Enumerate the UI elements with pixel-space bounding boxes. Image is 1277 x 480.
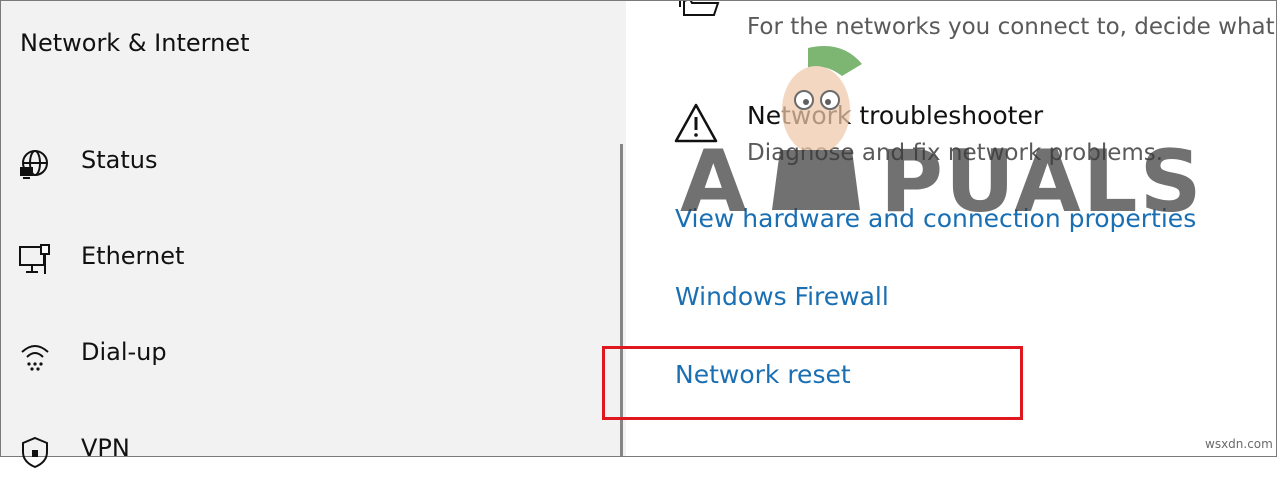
sharing-description: For the networks you connect to, decide …	[747, 14, 1275, 40]
sidebar-item-ethernet[interactable]: Ethernet	[1, 228, 601, 288]
view-hardware-link[interactable]: View hardware and connection properties	[675, 204, 1196, 233]
source-credit: wsxdn.com	[1205, 437, 1273, 451]
sidebar-item-label: Status	[81, 146, 158, 174]
sidebar-item-label: Dial-up	[81, 338, 167, 366]
warning-icon	[674, 103, 718, 143]
windows-firewall-link[interactable]: Windows Firewall	[675, 282, 889, 311]
vpn-shield-icon	[22, 436, 48, 469]
troubleshooter-description: Diagnose and fix network problems.	[747, 140, 1164, 166]
sidebar-item-label: VPN	[81, 434, 130, 462]
ethernet-monitor-icon	[19, 244, 50, 274]
sharing-folder-icon	[679, 1, 720, 16]
settings-sidebar: Network & Internet Status Ethernet Dial-…	[1, 1, 626, 469]
network-reset-highlight	[602, 346, 1023, 420]
sidebar-title: Network & Internet	[20, 29, 250, 57]
troubleshooter-title[interactable]: Network troubleshooter	[747, 101, 1043, 130]
sidebar-item-label: Ethernet	[81, 242, 185, 270]
sidebar-item-dialup[interactable]: Dial-up	[1, 324, 601, 384]
globe-icon	[20, 150, 48, 179]
sidebar-item-status[interactable]: Status	[1, 132, 601, 192]
dialup-icon	[21, 345, 49, 371]
sidebar-item-vpn[interactable]: VPN	[1, 420, 601, 480]
